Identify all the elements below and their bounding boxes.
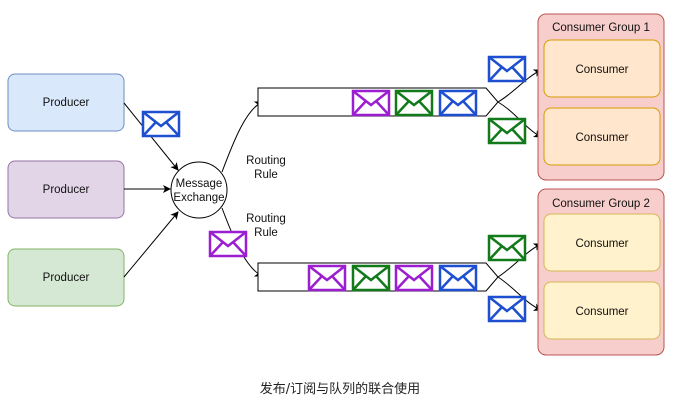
- producer-label: Producer: [43, 272, 90, 284]
- consumer-group-title: Consumer Group 2: [552, 198, 650, 210]
- producer-node-2: Producer: [7, 160, 125, 219]
- envelope-icon: [487, 117, 527, 145]
- consumer-label: Consumer: [575, 64, 628, 76]
- envelope-icon: [487, 295, 527, 323]
- consumer-node: Consumer: [543, 213, 661, 272]
- consumer-node: Consumer: [543, 107, 661, 166]
- envelope-icon: [487, 234, 527, 262]
- producer3-to-exchange-arrow: [123, 211, 179, 278]
- envelope-icon: [394, 264, 434, 292]
- routing-rule-label-2-line1: Routing: [246, 213, 286, 225]
- diagram-canvas: Producer Producer Producer Message Excha…: [7, 13, 665, 397]
- envelope-icon: [394, 89, 434, 117]
- message-exchange-node: Message Exchange: [170, 161, 228, 219]
- envelope-icon: [487, 55, 527, 83]
- routing-rule-label-2-line2: Rule: [254, 227, 278, 239]
- consumer-group-title: Consumer Group 1: [552, 22, 650, 34]
- envelope-icon: [351, 264, 391, 292]
- producer-label: Producer: [43, 184, 90, 196]
- consumer-label: Consumer: [575, 238, 628, 250]
- consumer-label: Consumer: [575, 132, 628, 144]
- figure-caption: 发布/订阅与队列的联合使用: [260, 381, 420, 397]
- producer-node-3: Producer: [7, 248, 125, 307]
- envelope-icon: [141, 110, 181, 138]
- consumer-label: Consumer: [575, 306, 628, 318]
- producer-label: Producer: [43, 97, 90, 109]
- exchange-label-line2: Exchange: [173, 192, 224, 204]
- exchange-label-line1: Message: [176, 178, 223, 190]
- envelope-icon: [351, 89, 391, 117]
- envelope-icon: [438, 264, 478, 292]
- envelope-icon: [307, 264, 347, 292]
- envelope-icon: [438, 89, 478, 117]
- consumer-group-2: Consumer Group 2 Consumer Consumer: [537, 188, 665, 356]
- routing-rule-label-1-line1: Routing: [246, 155, 286, 167]
- envelope-icon: [208, 230, 248, 258]
- producer-node-1: Producer: [7, 73, 125, 132]
- consumer-node: Consumer: [543, 281, 661, 340]
- routing-rule-label-1-line2: Rule: [254, 169, 278, 181]
- consumer-node: Consumer: [543, 39, 661, 98]
- consumer-group-1: Consumer Group 1 Consumer Consumer: [537, 13, 665, 181]
